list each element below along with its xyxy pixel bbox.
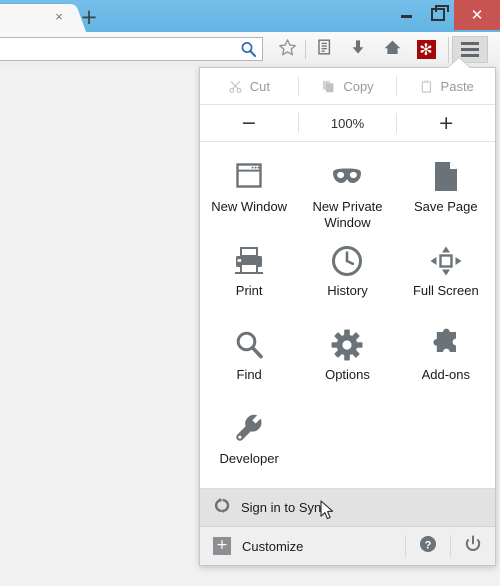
menu-item-label: Add-ons (421, 367, 471, 382)
home-icon (383, 38, 402, 62)
hamburger-line (461, 54, 479, 57)
scissors-icon (228, 79, 243, 94)
menu-item-label: Options (325, 367, 370, 382)
clock-icon (330, 241, 364, 281)
menu-item-find[interactable]: Find (200, 316, 298, 400)
minimize-icon (400, 14, 412, 18)
menu-item-label: New Private Window (312, 199, 383, 230)
menu-item-new-window[interactable]: New Window (200, 148, 298, 232)
menu-item-options[interactable]: Options (298, 316, 396, 400)
gear-icon (330, 325, 364, 365)
sync-icon (213, 497, 230, 519)
grid-empty-slot (298, 400, 396, 484)
menu-item-history[interactable]: History (298, 232, 396, 316)
puzzle-icon (429, 325, 463, 365)
close-window-button[interactable]: ✕ (454, 0, 500, 30)
clipboard-icon (419, 79, 434, 94)
menu-item-print[interactable]: Print (200, 232, 298, 316)
menu-item-label: History (327, 283, 368, 298)
menu-item-developer[interactable]: Developer (200, 400, 298, 484)
search-icon[interactable] (240, 41, 257, 58)
panel-arrow (448, 58, 470, 68)
bookmark-star-icon (278, 38, 297, 62)
plus-box-icon: + (213, 537, 231, 555)
copy-icon (321, 79, 336, 94)
power-icon (464, 534, 482, 558)
menu-item-label: Print (235, 283, 263, 298)
minus-icon: − (240, 111, 257, 134)
zoom-in-button[interactable]: + (397, 105, 495, 141)
new-tab-button[interactable]: + (76, 6, 102, 30)
menu-item-label: New Window (211, 199, 288, 214)
main-menu-panel: Cut Copy Paste − 100% + New Window New P… (199, 67, 496, 566)
svg-text:?: ? (425, 539, 432, 551)
wrench-icon (233, 409, 265, 449)
reading-list-button[interactable] (307, 37, 341, 63)
bookmark-star-button[interactable] (270, 37, 304, 63)
addon-asterisk-icon: ✻ (416, 40, 436, 59)
menu-item-full-screen[interactable]: Full Screen (397, 232, 495, 316)
help-circle-icon: ? (419, 535, 437, 558)
menu-item-label: Find (236, 367, 262, 382)
zoom-controls-row: − 100% + (200, 105, 495, 142)
help-button[interactable]: ? (406, 527, 450, 565)
navigation-toolbar: ✻ (0, 32, 500, 68)
reading-list-icon (315, 38, 333, 61)
menu-item-label: Developer (219, 451, 279, 466)
edit-controls-row: Cut Copy Paste (200, 68, 495, 105)
sync-label: Sign in to Sync (241, 500, 328, 515)
title-bar: × + ✕ (0, 0, 500, 32)
mask-icon (328, 157, 366, 197)
panel-footer: + Customize ? (200, 527, 495, 565)
downloads-button[interactable] (341, 37, 375, 63)
toolbar-separator (305, 40, 306, 59)
new-window-icon (231, 157, 267, 197)
home-button[interactable] (375, 37, 409, 63)
menu-item-grid: New Window New Private Window Save Page … (200, 142, 495, 488)
page-icon (431, 157, 461, 197)
menu-item-add-ons[interactable]: Add-ons (397, 316, 495, 400)
magnifier-icon (233, 325, 265, 365)
grid-empty-slot (397, 400, 495, 484)
copy-label: Copy (343, 78, 374, 94)
zoom-level-reset-button[interactable]: 100% (299, 105, 397, 141)
window-controls: ✕ (390, 0, 500, 30)
restore-icon (431, 4, 449, 21)
paste-label: Paste (440, 78, 474, 94)
menu-item-label: Full Screen (412, 283, 479, 298)
menu-item-new-private-window[interactable]: New Private Window (298, 148, 396, 232)
menu-item-label: Save Page (414, 199, 478, 214)
paste-button[interactable]: Paste (397, 68, 495, 104)
addon-button[interactable]: ✻ (409, 37, 443, 63)
restore-button[interactable] (422, 0, 454, 26)
fullscreen-arrows-icon (429, 241, 463, 281)
hamburger-line (461, 48, 479, 51)
downloads-icon (349, 38, 367, 61)
customize-label: Customize (242, 538, 304, 554)
copy-button[interactable]: Copy (299, 68, 397, 104)
printer-icon (231, 241, 267, 281)
minimize-button[interactable] (390, 0, 422, 26)
zoom-out-button[interactable]: − (200, 105, 298, 141)
browser-window: × + ✕ ✻ Cut Copy Paste − 100% + New Wind… (0, 0, 500, 586)
hamburger-line (461, 42, 479, 45)
search-box[interactable] (0, 37, 263, 61)
quit-button[interactable] (451, 527, 495, 565)
menu-item-save-page[interactable]: Save Page (397, 148, 495, 232)
plus-icon: + (438, 111, 455, 134)
sign-in-to-sync-row[interactable]: Sign in to Sync (200, 488, 495, 527)
cut-button[interactable]: Cut (200, 68, 298, 104)
cut-label: Cut (249, 78, 270, 94)
